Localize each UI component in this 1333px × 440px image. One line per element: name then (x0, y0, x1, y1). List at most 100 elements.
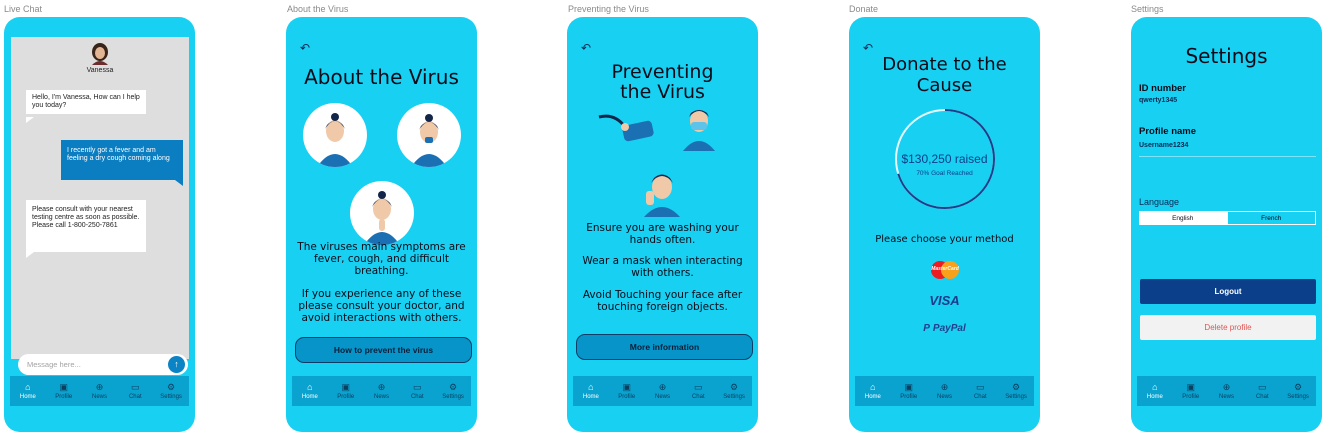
nav-news[interactable]: ⊕ News (645, 382, 681, 400)
chat-icon: ▭ (131, 382, 140, 392)
nav-settings[interactable]: ⚙ Settings (716, 382, 752, 400)
nav-profile[interactable]: ▣ Profile (46, 382, 82, 400)
chat-icon: ▭ (694, 382, 703, 392)
nav-home[interactable]: ⌂ Home (292, 382, 328, 400)
frame-label-settings: Settings (1131, 4, 1164, 14)
profile-name-value[interactable]: Username1234 (1139, 142, 1188, 149)
tip-washing: Ensure you are washing your hands often. (586, 222, 739, 246)
phone-settings: Settings ID number qwerty1345 Profile na… (1131, 17, 1322, 432)
nav-label: News (1218, 394, 1234, 400)
bottom-nav: ⌂ Home ▣ Profile ⊕ News ▭ Chat ⚙ Settings (573, 376, 752, 406)
nav-chat[interactable]: ▭ Chat (962, 382, 998, 400)
visa-option[interactable]: VISA (849, 293, 1040, 308)
nav-news[interactable]: ⊕ News (927, 382, 963, 400)
nav-label: Home (864, 394, 881, 400)
back-arrow-icon[interactable]: ↶ (581, 41, 591, 55)
back-arrow-icon[interactable]: ↶ (863, 41, 873, 55)
paypal-logo: PayPal (932, 323, 966, 334)
nav-chat[interactable]: ▭ Chat (1244, 382, 1280, 400)
logout-button[interactable]: Logout (1140, 279, 1316, 304)
nav-label: Settings (1005, 394, 1027, 400)
paypal-icon: P (923, 323, 930, 334)
nav-profile[interactable]: ▣ Profile (609, 382, 645, 400)
illustration-symptom-fever (303, 103, 367, 167)
nav-label: Profile (618, 394, 636, 400)
nav-news[interactable]: ⊕ News (364, 382, 400, 400)
message-input[interactable]: Message here... ↑ (18, 354, 188, 375)
profile-icon: ▣ (59, 382, 68, 392)
nav-news[interactable]: ⊕ News (82, 382, 118, 400)
nav-label: Profile (1182, 394, 1200, 400)
nav-home[interactable]: ⌂ Home (1137, 382, 1173, 400)
nav-profile[interactable]: ▣ Profile (1173, 382, 1209, 400)
nav-profile[interactable]: ▣ Profile (891, 382, 927, 400)
bottom-nav: ⌂ Home ▣ Profile ⊕ News ▭ Chat ⚙ Settings (10, 376, 189, 406)
gear-icon: ⚙ (1294, 382, 1303, 392)
nav-label: Chat (691, 394, 705, 400)
frame-label-donate: Donate (849, 4, 879, 14)
language-toggle: English French (1139, 211, 1316, 225)
mastercard-option[interactable]: MasterCard (928, 260, 962, 280)
message-placeholder: Message here... (27, 360, 81, 369)
nav-chat[interactable]: ▭ Chat (680, 382, 716, 400)
bubble-tail (26, 117, 34, 123)
nav-settings[interactable]: ⚙ Settings (998, 382, 1034, 400)
delete-profile-button[interactable]: Delete profile (1140, 315, 1316, 340)
phone-live-chat: Vanessa Hello, I'm Vanessa, How can I he… (4, 17, 195, 432)
nav-label: Settings (723, 394, 745, 400)
nav-news[interactable]: ⊕ News (1209, 382, 1245, 400)
frame-label-prevent: Preventing the Virus (568, 4, 649, 14)
nav-settings[interactable]: ⚙ Settings (153, 382, 189, 400)
nav-label: Profile (55, 394, 73, 400)
globe-icon: ⊕ (940, 382, 949, 392)
nav-settings[interactable]: ⚙ Settings (435, 382, 471, 400)
nav-label: Home (582, 394, 599, 400)
bottom-nav: ⌂ Home ▣ Profile ⊕ News ▭ Chat ⚙ Settings (1137, 376, 1316, 406)
home-icon: ⌂ (1152, 382, 1158, 392)
avatar (92, 43, 108, 65)
page-title: About the Virus (304, 65, 459, 89)
profile-icon: ▣ (1186, 382, 1195, 392)
symptoms-text: The viruses main symptoms are fever, cou… (297, 241, 466, 277)
more-information-button[interactable]: More information (576, 334, 753, 360)
frame-label-about: About the Virus (287, 4, 349, 14)
gear-icon: ⚙ (449, 382, 458, 392)
nav-label: News (654, 394, 670, 400)
goal-reached: 70% Goal Reached (916, 170, 973, 177)
profile-icon: ▣ (341, 382, 350, 392)
chat-icon: ▭ (1258, 382, 1267, 392)
nav-label: News (373, 394, 389, 400)
illustration-symptom-breathing (350, 181, 414, 245)
tip-touching: Avoid Touching your face after touching … (582, 289, 743, 313)
send-button[interactable]: ↑ (168, 356, 185, 373)
chat-message-outgoing: I recently got a fever and am feeling a … (61, 140, 183, 180)
nav-chat[interactable]: ▭ Chat (117, 382, 153, 400)
nav-label: Profile (900, 394, 918, 400)
profile-name-label: Profile name (1139, 126, 1197, 137)
language-french[interactable]: French (1226, 211, 1316, 225)
illustration-face-mask (683, 110, 715, 151)
language-label: Language (1139, 197, 1180, 207)
nav-label: Home (1146, 394, 1163, 400)
prevent-virus-button[interactable]: How to prevent the virus (295, 337, 472, 363)
nav-label: Settings (442, 394, 464, 400)
nav-home[interactable]: ⌂ Home (10, 382, 46, 400)
nav-home[interactable]: ⌂ Home (855, 382, 891, 400)
home-icon: ⌂ (25, 382, 31, 392)
nav-home[interactable]: ⌂ Home (573, 382, 609, 400)
illustration-symptom-cough (397, 103, 461, 167)
nav-chat[interactable]: ▭ Chat (399, 382, 435, 400)
nav-label: Profile (337, 394, 355, 400)
back-arrow-icon[interactable]: ↶ (300, 41, 310, 55)
language-english[interactable]: English (1139, 211, 1227, 225)
choose-method-label: Please choose your method (875, 234, 1014, 245)
globe-icon: ⊕ (95, 382, 104, 392)
illustration-hand-washing (598, 114, 654, 142)
id-number-label: ID number (1139, 83, 1186, 94)
nav-settings[interactable]: ⚙ Settings (1280, 382, 1316, 400)
nav-label: News (936, 394, 952, 400)
phone-preventing-virus: ↶ Preventing the Virus Ensure you are wa… (567, 17, 758, 432)
paypal-option[interactable]: P PayPal (849, 323, 1040, 334)
nav-profile[interactable]: ▣ Profile (328, 382, 364, 400)
page-title: Donate to the Cause (882, 54, 1007, 96)
